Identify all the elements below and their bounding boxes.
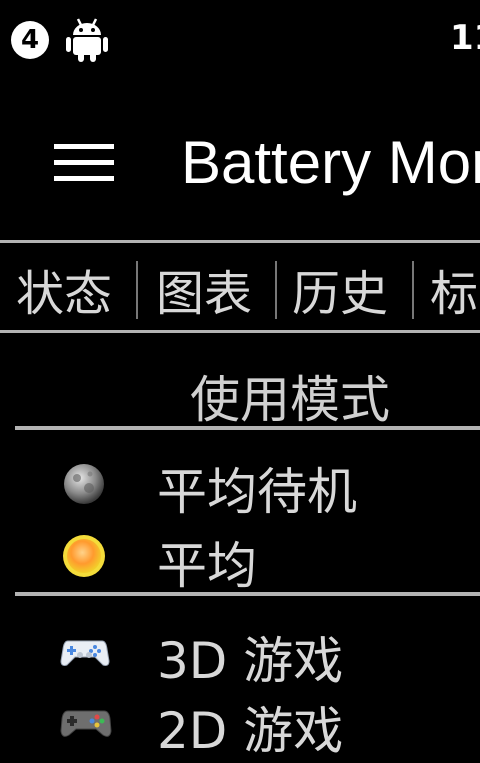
notification-count-badge: 4 bbox=[11, 21, 49, 59]
gamepad-2d-icon bbox=[60, 710, 112, 737]
list-item-label: 平均待机 bbox=[157, 463, 357, 521]
section-divider bbox=[15, 592, 480, 596]
tab-separator bbox=[412, 261, 414, 319]
tabs-top-divider bbox=[0, 240, 480, 243]
android-icon bbox=[66, 18, 108, 62]
sun-icon bbox=[63, 535, 105, 577]
list-item-label: 2D 游戏 bbox=[157, 702, 344, 760]
moon-icon bbox=[64, 464, 104, 504]
list-item-label: 3D 游戏 bbox=[157, 632, 344, 690]
tab-history[interactable]: 历史 bbox=[292, 247, 388, 331]
tab-separator bbox=[136, 261, 138, 319]
status-clock: 11 bbox=[450, 18, 480, 58]
section-title: 使用模式 bbox=[190, 371, 390, 429]
app-title: Battery Mor bbox=[181, 129, 480, 196]
tab-status[interactable]: 状态 bbox=[16, 247, 112, 331]
list-item[interactable]: 平均 bbox=[0, 520, 480, 595]
section-divider bbox=[15, 426, 480, 430]
status-bar: 4 11 bbox=[0, 0, 480, 80]
tabs-bottom-divider bbox=[0, 330, 480, 333]
menu-button[interactable] bbox=[50, 138, 118, 186]
tab-more[interactable]: 标 bbox=[430, 247, 478, 331]
list-item[interactable]: 2D 游戏 bbox=[0, 687, 480, 760]
list-item[interactable]: 平均待机 bbox=[0, 450, 480, 521]
tab-charts[interactable]: 图表 bbox=[156, 247, 252, 331]
tab-bar: 状态 图表 历史 标 bbox=[0, 247, 480, 331]
tab-separator bbox=[275, 261, 277, 319]
gamepad-3d-icon bbox=[60, 640, 110, 666]
list-item[interactable]: 3D 游戏 bbox=[0, 617, 480, 690]
list-item-label: 平均 bbox=[157, 537, 257, 595]
